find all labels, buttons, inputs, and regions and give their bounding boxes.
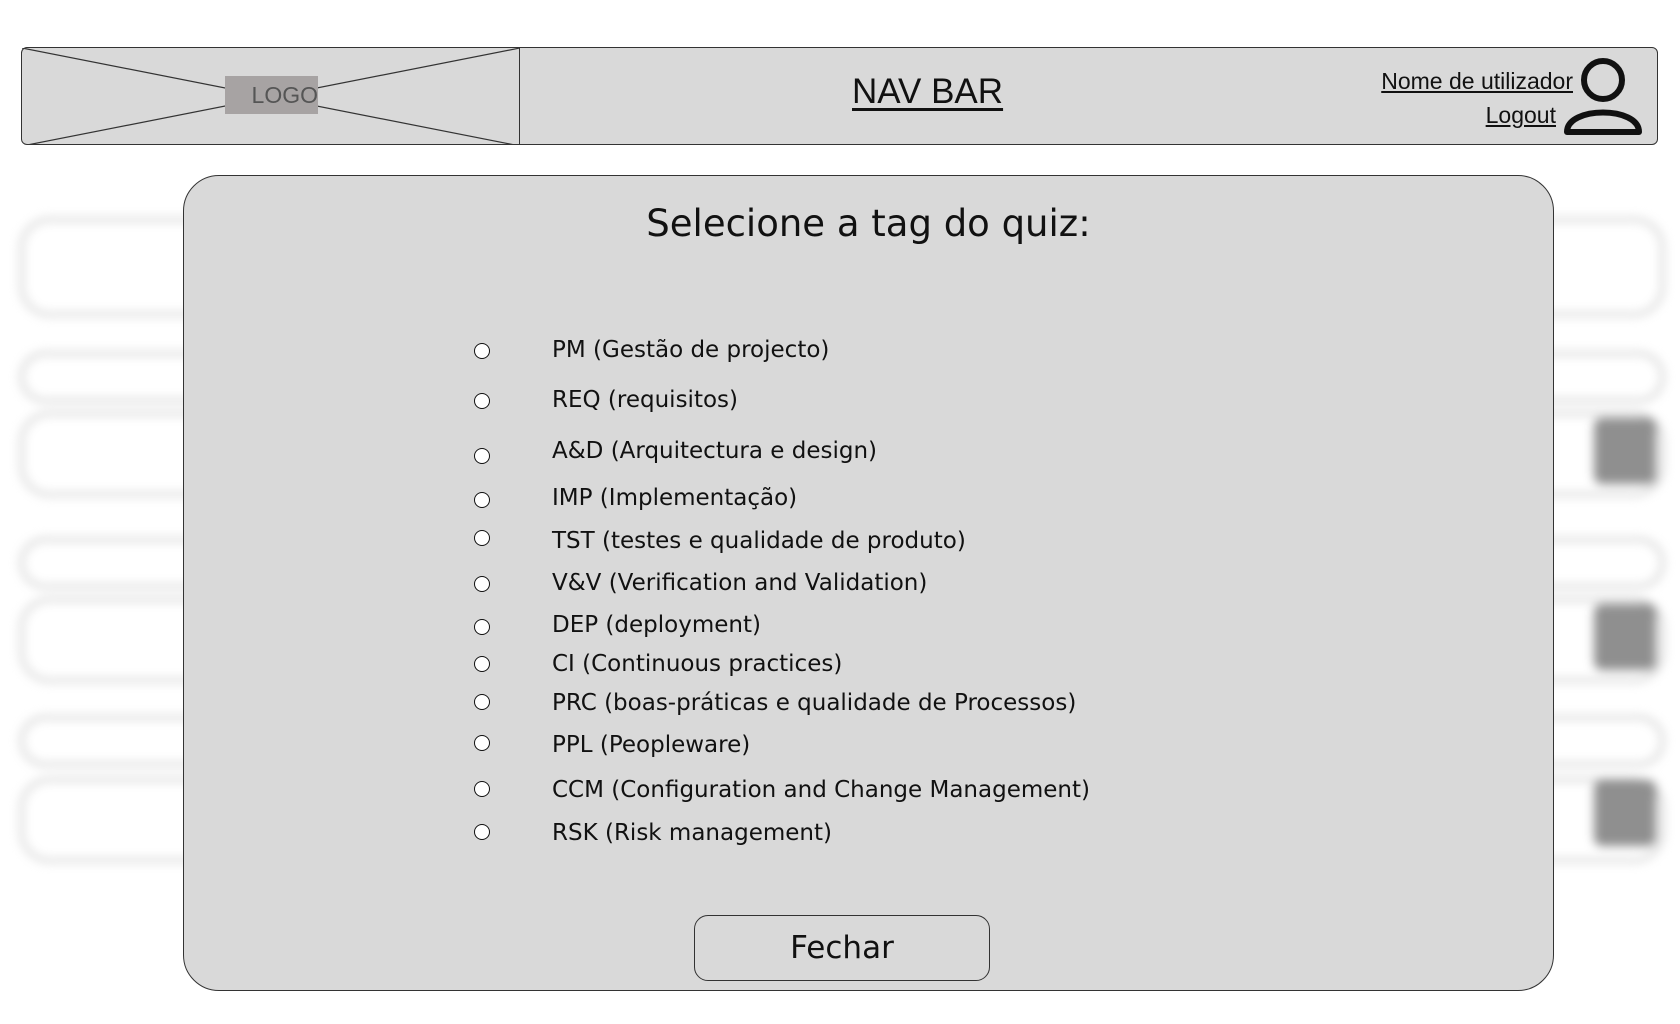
radio-prc[interactable] xyxy=(474,694,490,710)
option-label-ci[interactable]: CI (Continuous practices) xyxy=(552,651,842,677)
option-label-vv[interactable]: V&V (Verification and Validation) xyxy=(552,570,927,596)
close-button[interactable]: Fechar xyxy=(694,915,990,981)
radio-pm[interactable] xyxy=(474,343,490,359)
option-label-dep[interactable]: DEP (deployment) xyxy=(552,612,761,638)
radio-ad[interactable] xyxy=(474,448,490,464)
nav-title: NAV BAR xyxy=(852,72,1004,111)
user-icon[interactable] xyxy=(1561,54,1645,138)
nav-bar: LOGO NAV BAR Nome de utilizador Logout xyxy=(21,47,1658,145)
radio-tst[interactable] xyxy=(474,530,490,546)
bg-action-square xyxy=(1594,780,1656,846)
logo-label: LOGO xyxy=(225,76,318,114)
logo-placeholder[interactable]: LOGO xyxy=(22,48,520,144)
radio-ppl[interactable] xyxy=(474,735,490,751)
option-label-tst[interactable]: TST (testes e qualidade de produto) xyxy=(552,528,966,554)
option-label-ad[interactable]: A&D (Arquitectura e design) xyxy=(552,438,877,464)
radio-vv[interactable] xyxy=(474,576,490,592)
radio-dep[interactable] xyxy=(474,619,490,635)
radio-req[interactable] xyxy=(474,393,490,409)
modal-title: Selecione a tag do quiz: xyxy=(646,202,1091,245)
logout-link[interactable]: Logout xyxy=(1486,102,1556,129)
user-name-link[interactable]: Nome de utilizador xyxy=(1381,68,1573,95)
option-label-ccm[interactable]: CCM (Configuration and Change Management… xyxy=(552,777,1090,803)
radio-rsk[interactable] xyxy=(474,824,490,840)
radio-ci[interactable] xyxy=(474,656,490,672)
option-label-req[interactable]: REQ (requisitos) xyxy=(552,387,738,413)
radio-imp[interactable] xyxy=(474,492,490,508)
option-label-rsk[interactable]: RSK (Risk management) xyxy=(552,820,832,846)
option-label-prc[interactable]: PRC (boas-práticas e qualidade de Proces… xyxy=(552,690,1076,716)
bg-action-square xyxy=(1594,418,1656,484)
option-label-pm[interactable]: PM (Gestão de projecto) xyxy=(552,337,829,363)
quiz-tag-modal: Selecione a tag do quiz: PM (Gestão de p… xyxy=(183,175,1554,991)
radio-ccm[interactable] xyxy=(474,781,490,797)
option-label-ppl[interactable]: PPL (Peopleware) xyxy=(552,732,750,758)
bg-action-square xyxy=(1594,604,1656,670)
option-label-imp[interactable]: IMP (Implementação) xyxy=(552,485,797,511)
